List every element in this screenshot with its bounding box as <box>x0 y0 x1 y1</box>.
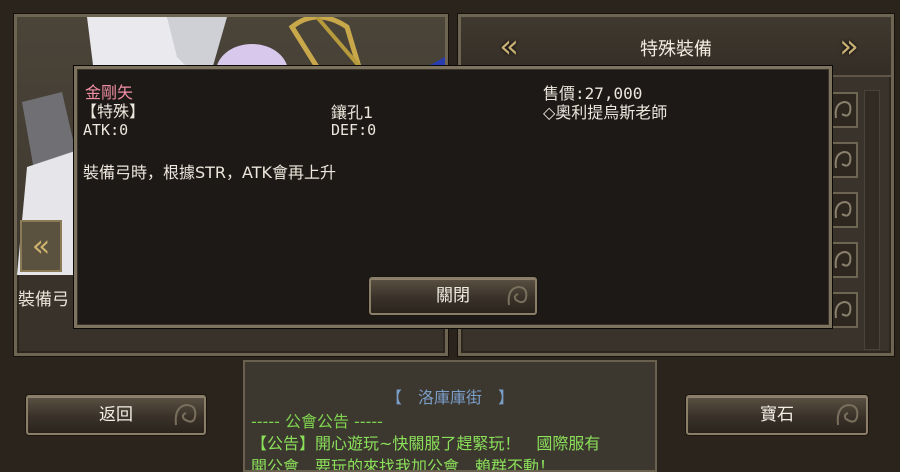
item-description: 裝備弓時，根據STR，ATK會再上升 <box>83 163 337 182</box>
item-atk: ATK:0 <box>83 121 129 139</box>
chat-box[interactable]: 【 洛庫庫街 】 ----- 公會公告 ----- 【公告】開心遊玩~快關服了趕… <box>243 360 657 472</box>
back-button-label: 返回 <box>99 405 133 425</box>
gem-button[interactable]: 寶石 <box>686 395 868 435</box>
prev-character-arrow-icon[interactable]: « <box>20 220 62 272</box>
close-button[interactable]: 關閉 <box>369 277 537 315</box>
swirl-ornament-icon <box>836 403 859 426</box>
list-item[interactable] <box>828 192 858 228</box>
equip-category-label: 裝備弓 <box>18 290 69 310</box>
item-def: DEF:0 <box>331 121 377 139</box>
item-type: 【特殊】 <box>81 102 146 121</box>
list-item[interactable] <box>828 142 858 178</box>
close-button-label: 關閉 <box>436 286 470 306</box>
item-sockets: 鑲孔1 <box>331 103 374 122</box>
chat-message-line: 【公告】開心遊玩~快關服了趕緊玩！ 國際服有 <box>251 434 601 453</box>
swirl-ornament-icon <box>174 403 197 426</box>
list-scrollbar[interactable] <box>864 90 880 350</box>
chat-guild-notice-header: ----- 公會公告 ----- <box>251 412 383 431</box>
list-item[interactable] <box>828 92 858 128</box>
swirl-ornament-icon <box>507 285 528 306</box>
item-vendor: ◇奧利提烏斯老師 <box>543 103 668 122</box>
list-item[interactable] <box>828 292 858 328</box>
list-item[interactable] <box>828 242 858 278</box>
item-detail-popup: 金剛矢 【特殊】 鑲孔1 售價:27,000 ◇奧利提烏斯老師 ATK:0 DE… <box>74 66 832 328</box>
chat-message-line: 開公會 要玩的來找我加公會 賴群不動！ <box>251 457 556 472</box>
back-button[interactable]: 返回 <box>26 395 206 435</box>
gem-button-label: 寶石 <box>760 405 794 425</box>
chevron-right-icon[interactable]: » <box>821 27 877 65</box>
chat-location-title: 【 洛庫庫街 】 <box>385 388 514 407</box>
